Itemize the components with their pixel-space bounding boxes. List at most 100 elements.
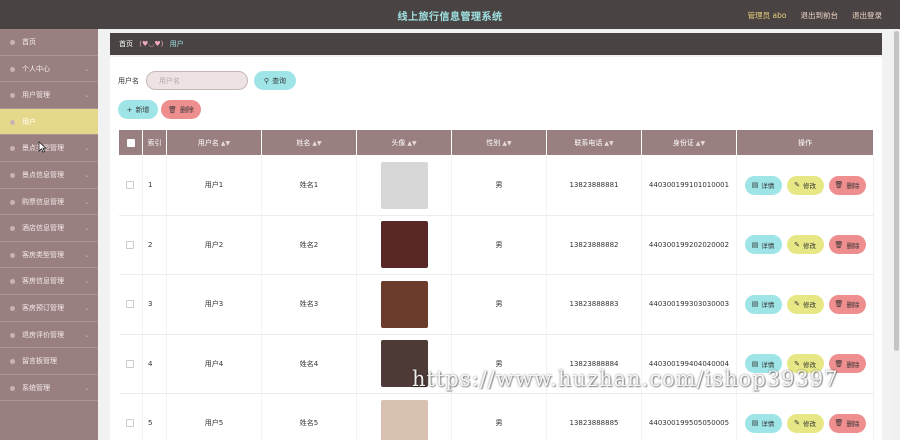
row-checkbox[interactable] <box>126 181 135 190</box>
row-index: 4 <box>142 334 167 394</box>
col-gender[interactable]: 性别 ▲▼ <box>451 129 547 156</box>
select-all-cell[interactable] <box>118 129 143 156</box>
page-scrollbar[interactable] <box>893 29 900 440</box>
row-phone: 13823888881 <box>546 155 642 216</box>
pencil-icon: ✎ <box>794 419 800 428</box>
col-phone[interactable]: 联系电话 ▲▼ <box>546 129 642 156</box>
row-id-card: 440300199505050005 <box>641 393 737 440</box>
row-username: 用户4 <box>166 334 262 394</box>
row-id-card: 440300199202020002 <box>641 215 737 275</box>
sidebar-item[interactable]: 客房预订管理 ⌄ <box>0 295 98 322</box>
delete-button[interactable]: 🗑 删除 <box>828 235 866 255</box>
sidebar-item-label: 用户 <box>22 117 36 126</box>
detail-button[interactable]: ▤ 详情 <box>744 294 782 314</box>
sidebar-item[interactable]: 客房信息管理 ⌄ <box>0 268 98 295</box>
row-select-cell[interactable] <box>118 274 143 335</box>
sidebar-item-label: 客房预订管理 <box>22 303 64 312</box>
detail-button[interactable]: ▤ 详情 <box>744 175 782 195</box>
row-select-cell[interactable] <box>118 393 143 440</box>
sidebar-item[interactable]: 个人中心 ⌄ <box>0 56 98 83</box>
sidebar-item[interactable]: 景点信息管理 ⌄ <box>0 162 98 189</box>
menu-dot-icon <box>10 279 15 285</box>
row-actions: ▤ 详情 ✎ 修改 🗑 删除 <box>736 215 874 275</box>
chevron-down-icon: ⌄ <box>84 144 90 153</box>
sidebar-item-label: 客房类型管理 <box>22 250 64 259</box>
col-id-card[interactable]: 身份证 ▲▼ <box>641 129 737 156</box>
trash-icon: 🗑 <box>168 105 177 114</box>
row-id-card: 440300199101010001 <box>641 155 737 216</box>
document-icon: ▤ <box>751 181 759 190</box>
edit-button[interactable]: ✎ 修改 <box>786 175 824 195</box>
detail-button[interactable]: ▤ 详情 <box>744 354 782 374</box>
row-checkbox[interactable] <box>126 240 135 249</box>
menu-dot-icon <box>10 385 15 391</box>
delete-button[interactable]: 🗑 删除 <box>828 294 866 314</box>
query-button[interactable]: ⚲ 查询 <box>254 71 296 90</box>
col-avatar[interactable]: 头像 ▲▼ <box>356 129 452 156</box>
breadcrumb-home[interactable]: 首页 <box>119 40 133 48</box>
sort-icon[interactable]: ▲▼ <box>502 140 511 147</box>
scrollbar-thumb[interactable] <box>894 31 899 351</box>
menu-dot-icon <box>10 66 15 72</box>
edit-button[interactable]: ✎ 修改 <box>786 294 824 314</box>
sidebar-item[interactable]: 首页 <box>0 29 98 56</box>
row-actions: ▤ 详情 ✎ 修改 🗑 删除 <box>736 334 874 394</box>
trash-icon: 🗑 <box>834 300 844 309</box>
edit-button[interactable]: ✎ 修改 <box>786 235 824 255</box>
sidebar-item[interactable]: 退房评价管理 ⌄ <box>0 322 98 349</box>
sidebar-item[interactable]: 系统管理 ⌄ <box>0 375 98 402</box>
col-username[interactable]: 用户名 ▲▼ <box>166 129 262 156</box>
batch-delete-button[interactable]: 🗑 删除 <box>161 100 201 119</box>
avatar <box>380 221 428 269</box>
document-icon: ▤ <box>751 300 759 309</box>
menu-dot-icon <box>10 332 15 338</box>
sort-icon[interactable]: ▲▼ <box>604 140 613 147</box>
sort-icon[interactable]: ▲▼ <box>696 140 705 147</box>
sidebar-item[interactable]: 购票信息管理 ⌄ <box>0 189 98 216</box>
row-name: 姓名4 <box>261 334 357 394</box>
row-select-cell[interactable] <box>118 215 143 275</box>
batch-delete-label: 删除 <box>179 105 194 114</box>
detail-button[interactable]: ▤ 详情 <box>744 235 782 255</box>
row-select-cell[interactable] <box>118 334 143 394</box>
chevron-down-icon: ⌄ <box>84 64 90 73</box>
col-name[interactable]: 姓名 ▲▼ <box>261 129 357 156</box>
row-avatar-cell <box>356 215 452 275</box>
sort-icon[interactable]: ▲▼ <box>312 140 321 147</box>
sidebar-item[interactable]: 用户 <box>0 108 98 136</box>
row-select-cell[interactable] <box>118 155 143 216</box>
chevron-down-icon: ⌄ <box>84 250 90 259</box>
logout-link[interactable]: 退出登录 <box>852 10 882 21</box>
delete-button[interactable]: 🗑 删除 <box>828 175 866 195</box>
row-gender: 男 <box>451 334 547 394</box>
row-username: 用户5 <box>166 393 262 440</box>
select-all-checkbox[interactable] <box>126 138 135 147</box>
chevron-down-icon: ⌄ <box>84 383 90 392</box>
sidebar-item[interactable]: 酒店信息管理 ⌄ <box>0 215 98 242</box>
sort-icon[interactable]: ▲▼ <box>221 140 230 147</box>
delete-button[interactable]: 🗑 删除 <box>828 413 866 433</box>
sidebar-item-label: 留言板管理 <box>22 357 57 366</box>
edit-button[interactable]: ✎ 修改 <box>786 413 824 433</box>
sidebar-item-label: 景点信息管理 <box>22 170 64 179</box>
row-checkbox[interactable] <box>126 359 135 368</box>
username-search-input[interactable] <box>146 71 248 90</box>
row-checkbox[interactable] <box>126 419 135 428</box>
row-checkbox[interactable] <box>126 300 135 309</box>
detail-button[interactable]: ▤ 详情 <box>744 413 782 433</box>
sidebar-item[interactable]: 客房类型管理 ⌄ <box>0 242 98 269</box>
add-button-label: 新增 <box>135 105 150 114</box>
row-gender: 男 <box>451 215 547 275</box>
sidebar-item[interactable]: 景点类型管理⌄ <box>0 135 98 162</box>
back-to-front-link[interactable]: 退出到前台 <box>801 10 839 21</box>
chevron-down-icon: ⌄ <box>84 330 90 339</box>
sort-icon[interactable]: ▲▼ <box>407 140 416 147</box>
sidebar-item[interactable]: 用户管理 ⌄ <box>0 82 98 109</box>
edit-button[interactable]: ✎ 修改 <box>786 354 824 374</box>
add-button[interactable]: + 新增 <box>118 100 158 119</box>
admin-label: 管理员 abo <box>747 11 787 20</box>
delete-button[interactable]: 🗑 删除 <box>828 354 866 374</box>
row-phone: 13823888883 <box>546 274 642 335</box>
avatar <box>380 161 428 209</box>
sidebar-item[interactable]: 留言板管理 <box>0 348 98 375</box>
